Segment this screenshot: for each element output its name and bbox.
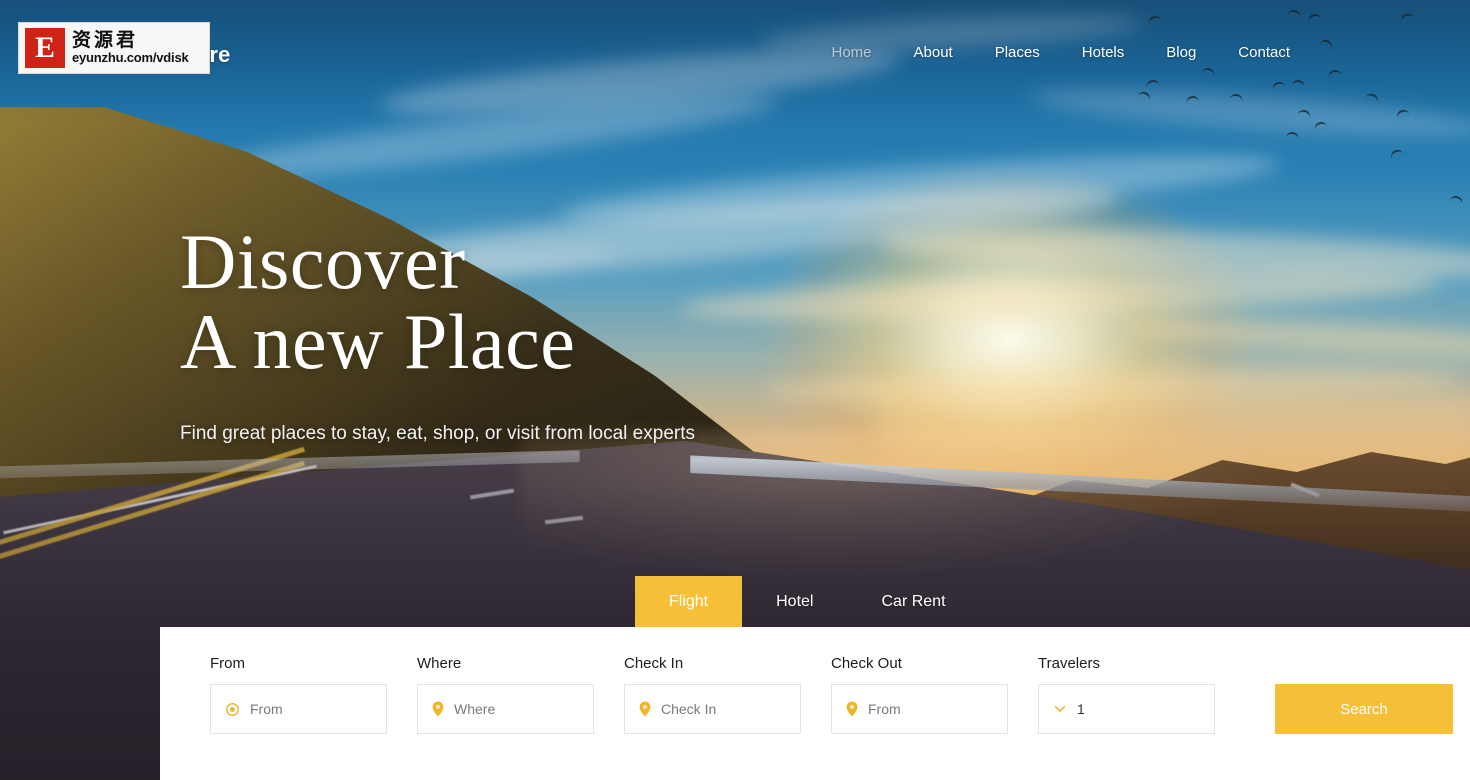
nav-link-contact[interactable]: Contact [1238, 44, 1290, 61]
watermark-url-text: eyunzhu.com/vdisk [72, 50, 189, 66]
watermark-overlay: E 资源君 eyunzhu.com/vdisk [18, 22, 210, 74]
travelers-value: 1 [1077, 701, 1085, 717]
field-where: Where Where [417, 655, 594, 734]
watermark-chinese-text: 资源君 [72, 29, 139, 52]
check-out-input-placeholder: From [868, 701, 901, 717]
tab-flight[interactable]: Flight [635, 576, 743, 627]
map-pin-icon [432, 701, 444, 717]
search-panel: From From Where Where Check In Check In … [160, 627, 1470, 780]
field-from: From From [210, 655, 387, 734]
tab-car-rent[interactable]: Car Rent [847, 576, 979, 627]
watermark-badge-icon: E [25, 28, 65, 68]
search-button[interactable]: Search [1275, 684, 1453, 734]
field-check-in-label: Check In [624, 655, 684, 672]
field-check-out: Check Out From [831, 655, 1008, 734]
where-input[interactable]: Where [417, 684, 594, 734]
hero-subtitle: Find great places to stay, eat, shop, or… [180, 423, 695, 445]
nav-link-blog[interactable]: Blog [1166, 44, 1196, 61]
field-check-in: Check In Check In [624, 655, 801, 734]
field-travelers: Travelers 1 [1038, 655, 1215, 734]
field-where-label: Where [417, 655, 462, 672]
tab-hotel[interactable]: Hotel [742, 576, 847, 627]
from-input-placeholder: From [250, 701, 283, 717]
page-root: Adventure Home About Places Hotels Blog … [0, 0, 1470, 780]
top-navigation-bar: Adventure Home About Places Hotels Blog … [0, 0, 1470, 108]
map-pin-icon [639, 701, 651, 717]
nav-link-hotels[interactable]: Hotels [1082, 44, 1125, 61]
from-input[interactable]: From [210, 684, 387, 734]
where-input-placeholder: Where [454, 701, 496, 717]
nav-link-home[interactable]: Home [831, 44, 871, 61]
map-pin-icon [846, 701, 858, 717]
watermark-badge-letter: E [34, 31, 55, 64]
nav-links: Home About Places Hotels Blog Contact [831, 44, 1290, 61]
field-from-label: From [210, 655, 245, 672]
field-travelers-label: Travelers [1038, 655, 1100, 672]
hero-copy: Discover A new Place Find great places t… [180, 222, 940, 445]
travelers-select[interactable]: 1 [1038, 684, 1215, 734]
nav-link-places[interactable]: Places [995, 44, 1040, 61]
check-in-input-placeholder: Check In [661, 701, 717, 717]
search-type-tabs: Flight Hotel Car Rent [635, 576, 980, 627]
hero-title-line-1: Discover [180, 218, 466, 305]
field-check-out-label: Check Out [831, 655, 902, 672]
check-out-input[interactable]: From [831, 684, 1008, 734]
chevron-down-icon [1053, 702, 1067, 716]
nav-link-about[interactable]: About [914, 44, 953, 61]
search-fields-row: From From Where Where Check In Check In … [160, 655, 1470, 734]
hero-title: Discover A new Place [180, 222, 940, 381]
hero-title-line-2: A new Place [180, 297, 576, 385]
check-in-input[interactable]: Check In [624, 684, 801, 734]
location-dot-icon [225, 702, 240, 717]
